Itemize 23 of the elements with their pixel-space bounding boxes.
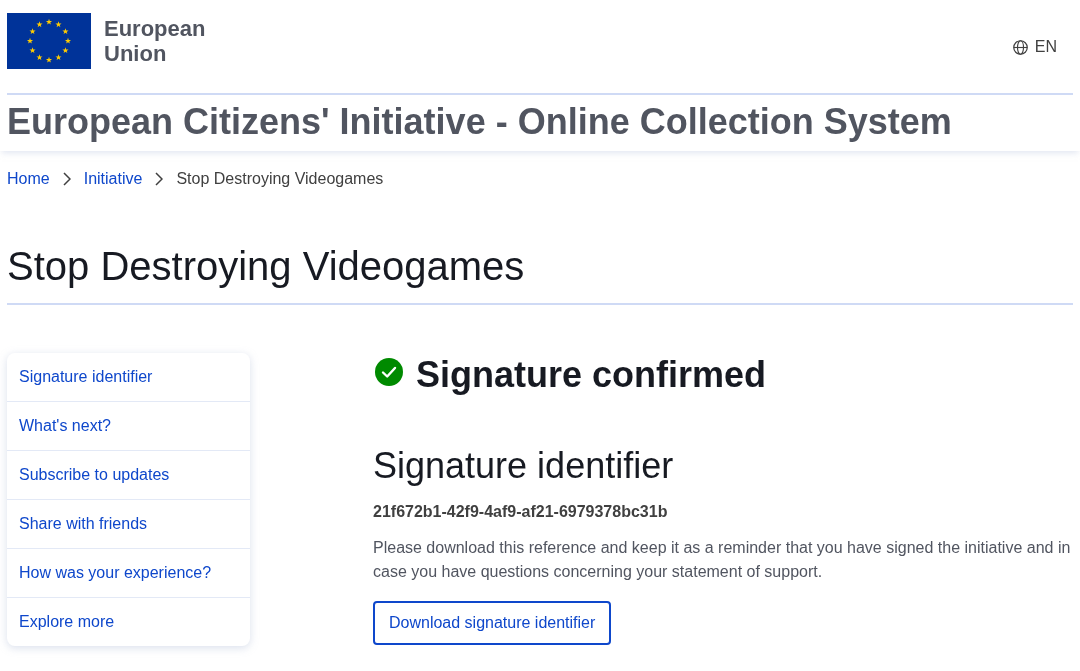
signature-identifier: 21f672b1-42f9-4af9-af21-6979378bc31b	[373, 502, 668, 522]
page-title: Stop Destroying Videogames	[7, 242, 1073, 305]
confirmation-title: Signature confirmed	[416, 353, 767, 397]
breadcrumb-link[interactable]: Initiative	[83, 167, 143, 191]
sidebar-link[interactable]: Signature identifier	[7, 353, 250, 402]
sidebar-link[interactable]: Explore more	[7, 598, 250, 646]
globe-icon	[1012, 39, 1028, 55]
chevron-icon	[62, 172, 71, 186]
breadcrumb-current: Stop Destroying Videogames	[176, 169, 384, 189]
section-heading: Signature identifier	[373, 444, 674, 488]
logo-text: European Union	[104, 16, 207, 66]
check-icon	[375, 358, 403, 386]
description-text: Please download this reference and keep it as a reminder that you have signed the initiative and in case you have questions concerning your statement of support.	[373, 538, 1072, 582]
download-button[interactable]: Download signature identifier	[373, 601, 612, 645]
language-button[interactable]: EN	[1012, 38, 1057, 56]
site-title: European Citizens' Initiative - Online Collection System	[7, 100, 953, 144]
sidebar-link[interactable]: Share with friends	[7, 500, 250, 549]
chevron-icon	[155, 172, 164, 186]
sidebar-link[interactable]: Subscribe to updates	[7, 451, 250, 500]
sidebar-link[interactable]: How was your experience?	[7, 549, 250, 598]
sidebar-link[interactable]: What's next?	[7, 402, 250, 451]
breadcrumb-link[interactable]: Home	[7, 167, 50, 191]
flag-icon	[7, 13, 91, 69]
